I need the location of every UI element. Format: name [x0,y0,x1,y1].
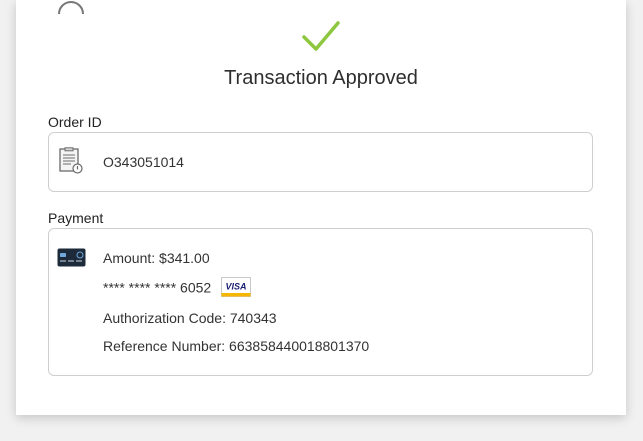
order-id-value: O343051014 [103,154,184,170]
clipboard-icon [59,147,83,174]
transaction-card: Transaction Approved Order ID O343051014… [16,0,626,415]
partial-top-icon [58,1,84,14]
card-number-row: **** **** **** 6052 VISA [103,277,251,299]
card-number-masked: **** **** **** 6052 [103,279,212,296]
payment-box: Amount: $341.00 **** **** **** 6052 VISA… [48,228,593,376]
payment-label: Payment [48,210,104,226]
authorization-code: Authorization Code: 740343 [103,310,277,326]
order-id-label: Order ID [48,114,102,130]
page-title: Transaction Approved [224,67,418,89]
visa-logo: VISA [221,277,251,297]
checkmark-icon [302,21,340,51]
credit-card-icon [57,248,86,267]
reference-number: Reference Number: 663858440018801370 [103,338,370,354]
visa-logo-text: VISA [226,282,247,292]
order-id-box: O343051014 [48,132,593,192]
payment-amount: Amount: $341.00 [103,250,210,266]
